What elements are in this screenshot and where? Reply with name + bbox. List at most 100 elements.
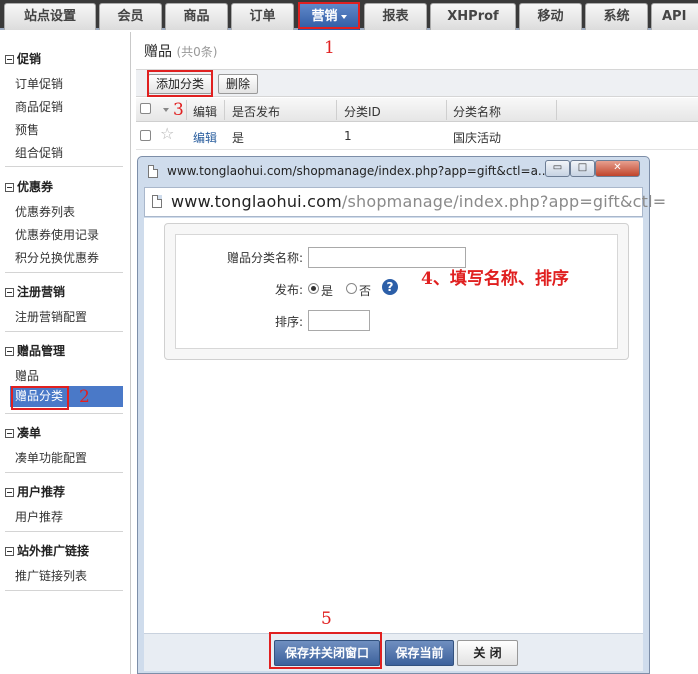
sidebar-item-coupon-list[interactable]: 优惠券列表 (15, 203, 75, 220)
sidebar-section-gift[interactable]: 赠品管理 (5, 342, 65, 359)
publish-no-radio[interactable] (346, 283, 357, 294)
popup-footer: 保存并关闭窗口 保存当前 关 闭 (144, 633, 643, 671)
col-edit[interactable]: 编辑 (193, 103, 217, 120)
col-published[interactable]: 是否发布 (232, 103, 280, 120)
popup-close-button[interactable]: ✕ (595, 160, 640, 177)
screen: { "topnav": { "tabs": ["站点设置","会员","商品",… (0, 0, 698, 674)
collapse-icon (5, 55, 14, 64)
annotation-3: 3 (173, 100, 184, 120)
sidebar-item-points-coupon[interactable]: 积分兑换优惠券 (15, 249, 99, 266)
col-category-id[interactable]: 分类ID (344, 103, 381, 120)
divider (5, 531, 123, 532)
sidebar-section-register[interactable]: 注册营销 (5, 283, 65, 300)
sort-down-icon[interactable] (163, 108, 169, 112)
tab-api[interactable]: API (651, 3, 698, 30)
tab-site-settings[interactable]: 站点设置 (4, 3, 96, 30)
divider (5, 472, 123, 473)
divider (5, 272, 123, 273)
collapse-icon (5, 288, 14, 297)
toolbar: 添加分类 删除 (136, 69, 698, 97)
sidebar-item-presale[interactable]: 预售 (15, 121, 39, 138)
tab-xhprof[interactable]: XHProf (430, 3, 516, 30)
divider (5, 590, 123, 591)
column-separator (556, 100, 557, 120)
page-title-text: 赠品 (144, 44, 172, 60)
collapse-icon (5, 488, 14, 497)
section-title: 优惠券 (17, 180, 54, 194)
delete-button[interactable]: 删除 (218, 74, 258, 94)
popup-window: www.tonglaohui.com/shopmanage/index.php?… (137, 156, 666, 674)
sidebar-item-bundle-promo[interactable]: 组合促销 (15, 144, 63, 161)
cell-published: 是 (232, 131, 245, 145)
section-title: 站外推广链接 (17, 544, 90, 558)
collapse-icon (5, 547, 14, 556)
popup-title-bar[interactable]: www.tonglaohui.com/shopmanage/index.php?… (138, 157, 649, 185)
table-row: ☆ 编辑 是 1 国庆活动 (136, 122, 698, 150)
sidebar-item-order-promo[interactable]: 订单促销 (15, 75, 63, 92)
tab-orders[interactable]: 订单 (231, 3, 294, 30)
tab-system[interactable]: 系统 (585, 3, 648, 30)
sidebar-item-combine-config[interactable]: 凑单功能配置 (15, 449, 87, 466)
sidebar-section-promotion[interactable]: 促销 (5, 50, 41, 67)
help-icon[interactable]: ? (382, 279, 398, 295)
sidebar-item-coupon-usage[interactable]: 优惠券使用记录 (15, 226, 99, 243)
page-title: 赠品 (共0条) (144, 41, 217, 61)
record-count: (共0条) (176, 45, 218, 59)
divider (5, 413, 123, 414)
publish-label: 发布: (274, 283, 303, 297)
sidebar-item-product-promo[interactable]: 商品促销 (15, 98, 63, 115)
close-button[interactable]: 关 闭 (457, 640, 518, 666)
publish-yes-radio[interactable] (308, 283, 319, 294)
sidebar-section-external-links[interactable]: 站外推广链接 (5, 542, 89, 559)
sidebar-item-referral[interactable]: 用户推荐 (15, 508, 63, 525)
column-separator (186, 100, 187, 120)
column-separator (336, 100, 337, 120)
tab-products[interactable]: 商品 (165, 3, 228, 30)
publish-no-label: 否 (359, 284, 372, 298)
sidebar-section-coupon[interactable]: 优惠券 (5, 178, 53, 195)
order-label: 排序: (274, 315, 303, 329)
add-category-button[interactable]: 添加分类 (148, 74, 212, 94)
name-label: 赠品分类名称: (226, 251, 303, 265)
annotation-5: 5 (321, 609, 332, 629)
tab-members[interactable]: 会员 (99, 3, 162, 30)
save-and-close-button[interactable]: 保存并关闭窗口 (274, 640, 380, 666)
tab-mobile[interactable]: 移动 (519, 3, 582, 30)
section-title: 凑单 (17, 426, 42, 440)
address-bar[interactable]: www.tonglaohui.com/shopmanage/index.php?… (144, 187, 666, 217)
tab-marketing[interactable]: 营销 (298, 3, 360, 30)
edit-link[interactable]: 编辑 (193, 129, 217, 146)
url-domain: www.tonglaohui.com (171, 192, 342, 211)
divider (5, 331, 123, 332)
column-separator (224, 100, 225, 120)
annotation-2: 2 (79, 387, 90, 407)
star-icon[interactable]: ☆ (160, 126, 174, 142)
url-path: /shopmanage/index.php?app=gift&ctl= (341, 192, 667, 211)
sidebar-item-gift[interactable]: 赠品 (15, 367, 39, 384)
sidebar-item-gift-category[interactable]: 赠品分类 (10, 386, 123, 407)
row-checkbox[interactable] (140, 130, 151, 141)
save-current-button[interactable]: 保存当前 (385, 640, 454, 666)
address-url: www.tonglaohui.com/shopmanage/index.php?… (171, 192, 666, 211)
sort-order-input[interactable] (308, 310, 370, 331)
cell-category-id: 1 (344, 129, 352, 143)
sidebar-item-register-config[interactable]: 注册营销配置 (15, 308, 87, 325)
sidebar-section-referral[interactable]: 用户推荐 (5, 483, 65, 500)
form-container: 赠品分类名称: 发布: 是 否 ? 排序: (164, 223, 629, 360)
tab-reports[interactable]: 报表 (364, 3, 427, 30)
top-nav: 站点设置 会员 商品 订单 营销 报表 XHProf 移动 系统 API (0, 0, 698, 30)
collapse-icon (5, 347, 14, 356)
page-icon (148, 165, 158, 178)
collapse-icon (5, 429, 14, 438)
section-title: 用户推荐 (17, 485, 66, 499)
table-header: 编辑 是否发布 分类ID 分类名称 (136, 98, 698, 122)
maximize-button[interactable]: □ (570, 160, 595, 177)
sidebar-item-link-list[interactable]: 推广链接列表 (15, 567, 87, 584)
minimize-button[interactable]: ▭ (545, 160, 570, 177)
select-all-checkbox[interactable] (140, 103, 151, 114)
caret-down-icon (340, 14, 347, 19)
tab-marketing-label: 营销 (311, 9, 338, 24)
sidebar-section-combine[interactable]: 凑单 (5, 424, 41, 441)
col-category-name[interactable]: 分类名称 (453, 103, 501, 120)
annotation-4: 4、填写名称、排序 (421, 269, 569, 289)
